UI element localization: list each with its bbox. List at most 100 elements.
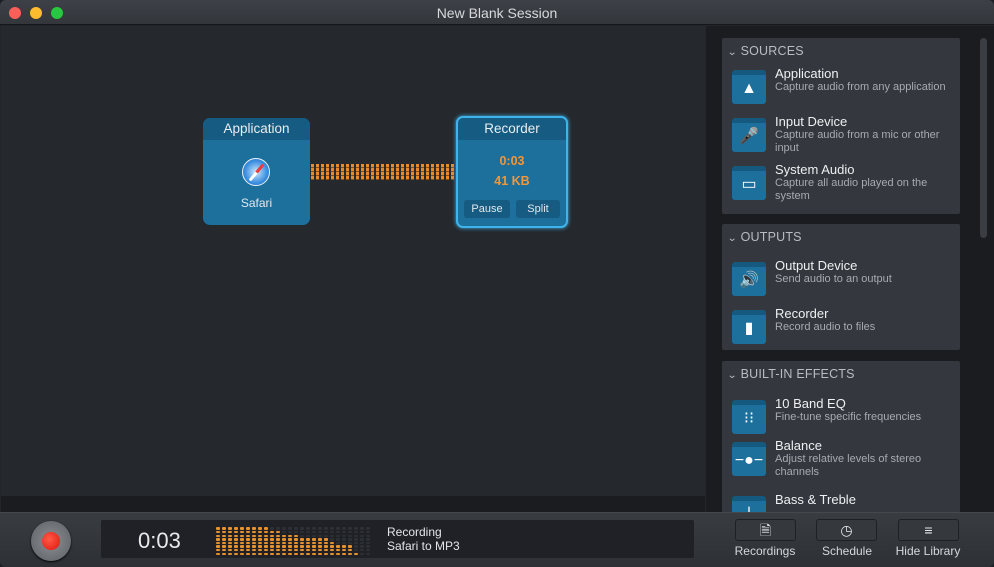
meter-dot [270, 534, 274, 537]
meter-dot [342, 538, 346, 541]
sources-section-header[interactable]: ⌄ SOURCES [727, 44, 804, 58]
meter-dot [282, 545, 286, 548]
library-item-balance[interactable]: −●− Balance Adjust relative levels of st… [722, 438, 960, 484]
meter-dot [294, 527, 298, 530]
monitor-icon: ▭ [732, 166, 766, 200]
meter-dot [270, 527, 274, 530]
effects-section-header[interactable]: ⌄ BUILT-IN EFFECTS [727, 367, 855, 381]
meter-dot [234, 549, 238, 552]
meter-dot [324, 552, 328, 555]
pause-button[interactable]: Pause [464, 200, 510, 218]
meter-dot [336, 527, 340, 530]
audio-connection-wire[interactable] [311, 164, 455, 180]
item-title: System Audio [775, 162, 855, 177]
meter-dot [360, 549, 364, 552]
meter-dot [294, 552, 298, 555]
meter-dot [354, 538, 358, 541]
meter-dot [216, 545, 220, 548]
meter-dot [330, 538, 334, 541]
meter-column [330, 525, 334, 555]
meter-dot [366, 545, 370, 548]
library-item-output-device[interactable]: 🔊 Output Device Send audio to an output [722, 258, 960, 304]
meter-dot [294, 538, 298, 541]
application-source-block[interactable]: Application Safari [203, 118, 310, 225]
meter-dot [336, 531, 340, 534]
meter-dot [318, 545, 322, 548]
meter-dot [360, 545, 364, 548]
record-button[interactable] [31, 521, 71, 561]
meter-dot [342, 534, 346, 537]
wire-segment [381, 164, 384, 180]
meter-dot [306, 545, 310, 548]
meter-dot [348, 545, 352, 548]
library-item-input-device[interactable]: 🎤 Input Device Capture audio from a mic … [722, 114, 960, 160]
split-button[interactable]: Split [516, 200, 560, 218]
meter-dot [276, 545, 280, 548]
meter-dot [246, 531, 250, 534]
meter-dot [222, 549, 226, 552]
status-line-2: Safari to MP3 [387, 539, 460, 553]
meter-dot [318, 527, 322, 530]
recorder-block[interactable]: Recorder 0:03 41 KB Pause Split [456, 116, 568, 228]
meter-dot [330, 549, 334, 552]
library-item-recorder[interactable]: ▮ Recorder Record audio to files [722, 306, 960, 350]
meter-dot [252, 545, 256, 548]
meter-column [360, 525, 364, 555]
meter-dot [288, 549, 292, 552]
meter-dot [240, 545, 244, 548]
meter-dot [300, 541, 304, 545]
meter-dot [270, 545, 274, 548]
meter-dot [222, 552, 226, 555]
item-description: Fine-tune specific frequencies [775, 411, 922, 423]
session-canvas[interactable] [1, 26, 705, 496]
safari-compass-icon [242, 158, 270, 186]
meter-dot [216, 549, 220, 552]
meter-dot [270, 531, 274, 534]
meter-dot [282, 541, 286, 545]
meter-dot [264, 545, 268, 548]
meter-column [288, 525, 292, 555]
meter-dot [246, 541, 250, 545]
meter-column [240, 525, 244, 555]
library-item-10-band-eq[interactable]: ⁝⁝ 10 Band EQ Fine-tune specific frequen… [722, 396, 960, 442]
meter-column [348, 525, 352, 555]
meter-dot [336, 552, 340, 555]
library-item-system-audio[interactable]: ▭ System Audio Capture all audio played … [722, 162, 960, 208]
meter-dot [246, 538, 250, 541]
meter-dot [300, 531, 304, 534]
status-line-1: Recording [387, 525, 442, 539]
meter-dot [336, 545, 340, 548]
item-title: Bass & Treble [775, 492, 856, 507]
meter-dot [354, 534, 358, 537]
meter-dot [288, 545, 292, 548]
meter-dot [324, 538, 328, 541]
wire-segment [411, 164, 414, 180]
meter-dot [354, 541, 358, 545]
meter-column [216, 525, 220, 555]
wire-segment [326, 164, 329, 180]
outputs-section-header[interactable]: ⌄ OUTPUTS [727, 230, 802, 244]
bottom-toolbar: 0:03 Recording Safari to MP3 🗎 Recording… [0, 512, 994, 567]
library-sidebar: ⌄ SOURCES ▲ Application Capture audio fro… [706, 26, 994, 521]
meter-dot [228, 534, 232, 537]
meter-dot [324, 541, 328, 545]
meter-dot [294, 541, 298, 545]
meter-dot [264, 534, 268, 537]
meter-dot [294, 545, 298, 548]
outputs-panel: ⌄ OUTPUTS 🔊 Output Device Send audio to a… [722, 224, 960, 350]
meter-column [246, 525, 250, 555]
wire-segment [341, 164, 344, 180]
meter-dot [222, 545, 226, 548]
meter-dot [252, 534, 256, 537]
meter-dot [252, 538, 256, 541]
wire-segment [421, 164, 424, 180]
meter-dot [288, 541, 292, 545]
library-scrollbar[interactable] [980, 38, 987, 238]
meter-dot [276, 531, 280, 534]
meter-column [354, 525, 358, 555]
meter-dot [360, 538, 364, 541]
meter-dot [354, 531, 358, 534]
library-item-application[interactable]: ▲ Application Capture audio from any app… [722, 66, 960, 112]
wire-segment [366, 164, 369, 180]
meter-dot [306, 552, 310, 555]
